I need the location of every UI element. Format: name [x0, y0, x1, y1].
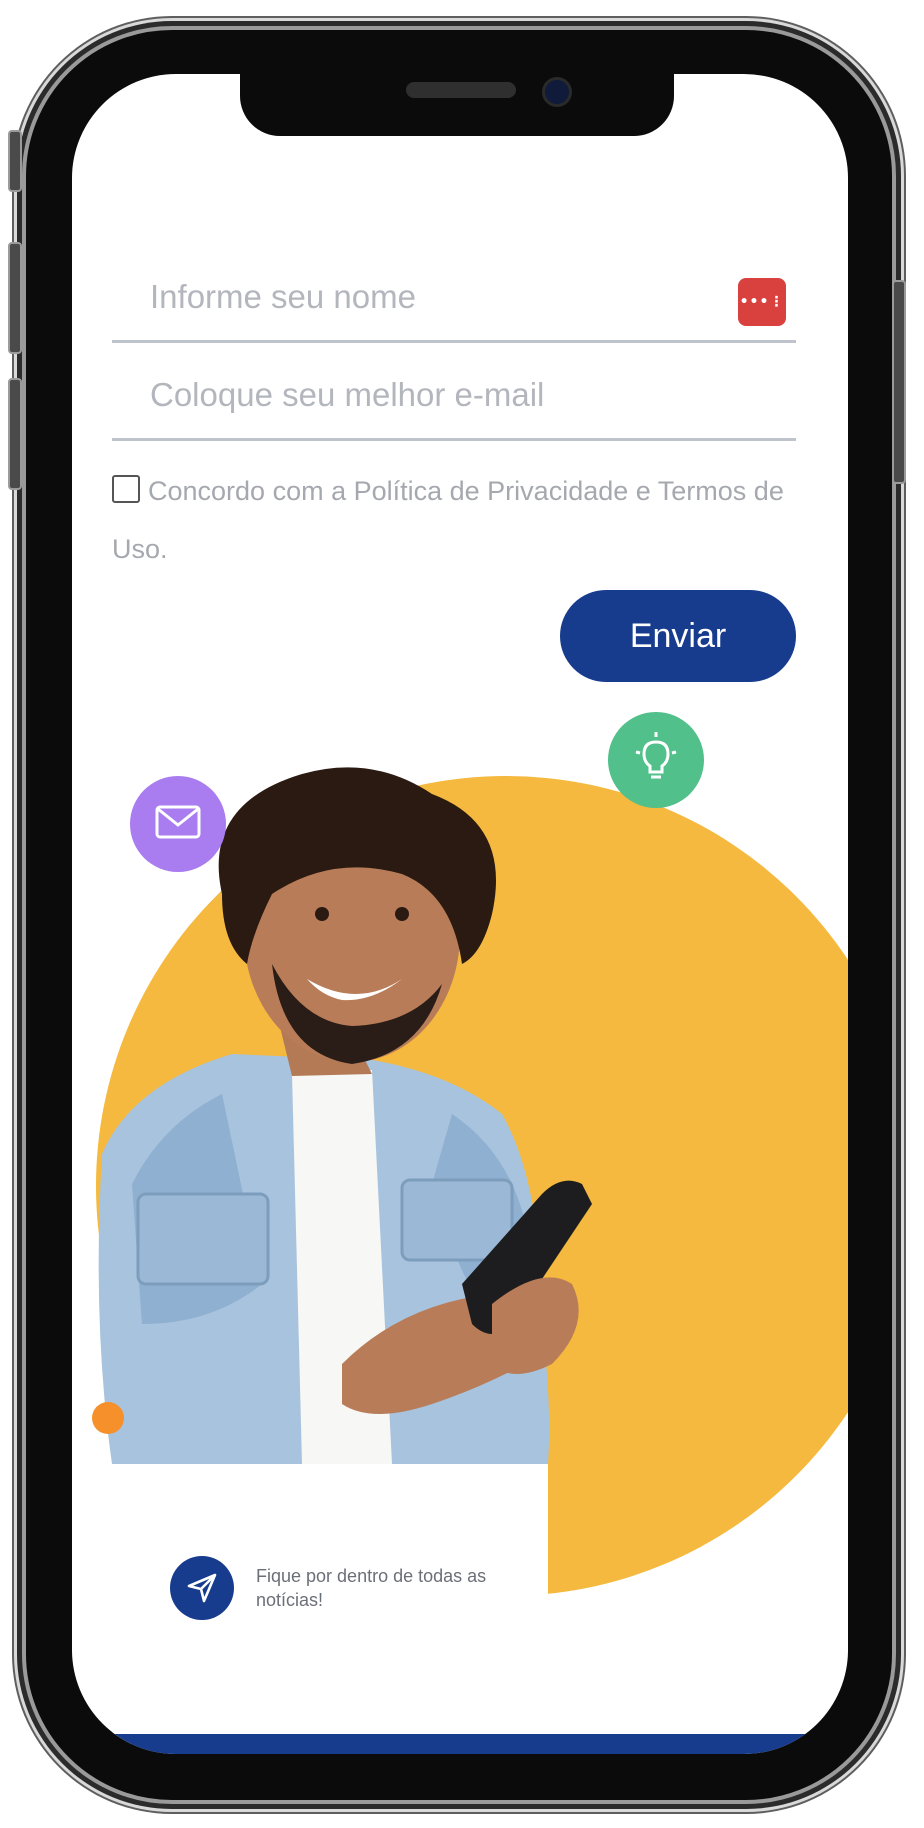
news-card-text: Fique por dentro de todas as notícias!: [256, 1566, 487, 1610]
earpiece-speaker: [406, 82, 516, 98]
send-icon: [170, 1556, 234, 1620]
news-card: Fique por dentro de todas as notícias!: [144, 1532, 548, 1642]
volume-down-button: [8, 378, 22, 490]
front-camera: [542, 77, 572, 107]
mail-bubble: [130, 776, 226, 872]
consent-checkbox[interactable]: [112, 475, 140, 503]
consent-label: Concordo com a Política de Privacidade e…: [112, 476, 784, 564]
name-field: •••⋮: [112, 254, 796, 343]
email-input[interactable]: [148, 364, 712, 426]
bottom-bar: [72, 1734, 848, 1754]
volume-up-button: [8, 242, 22, 354]
mute-switch: [8, 130, 22, 192]
lightbulb-icon: [632, 732, 680, 788]
idea-bubble: [608, 712, 704, 808]
consent-row: Concordo com a Política de Privacidade e…: [112, 462, 802, 578]
password-manager-icon[interactable]: •••⋮: [738, 278, 786, 326]
power-button: [892, 280, 906, 484]
send-button[interactable]: Enviar: [560, 590, 796, 682]
mail-icon: [155, 805, 201, 843]
decorative-dot: [92, 1402, 124, 1434]
name-input[interactable]: [148, 266, 712, 328]
email-field: [112, 352, 796, 441]
phone-screen: •••⋮ Concordo com a Política de Privacid…: [72, 74, 848, 1754]
